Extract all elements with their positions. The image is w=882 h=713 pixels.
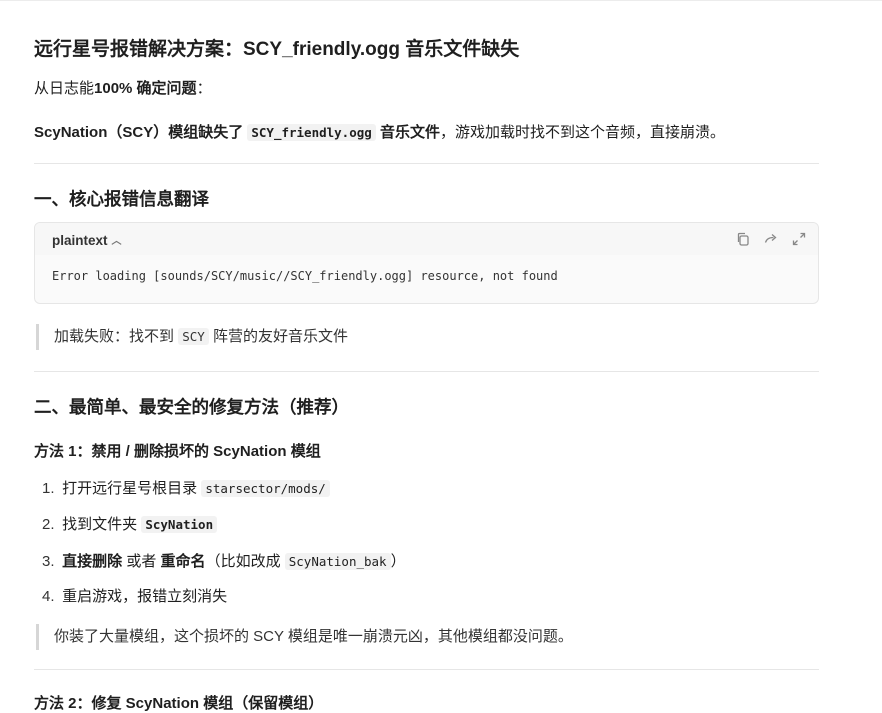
copy-icon[interactable] (735, 231, 751, 247)
list-item: 1. 打开远行星号根目录 starsector/mods/ (42, 477, 330, 498)
intro-suffix: ： (196, 80, 212, 97)
code-block-text: Error loading [sounds/SCY/music//SCY_fri… (52, 269, 558, 283)
list-number: 3. (42, 553, 55, 570)
share-icon[interactable] (763, 231, 779, 247)
summary-bold-1: ScyNation（SCY）模组缺失了 (34, 124, 244, 141)
code-language-label: plaintext (52, 233, 108, 248)
intro-prefix: 从日志能 (34, 80, 95, 97)
list-item: 2. 找到文件夹 ScyNation (42, 513, 218, 534)
summary-inline-code: SCY_friendly.ogg (247, 124, 376, 141)
section1-heading: 一、核心报错信息翻译 (34, 189, 209, 209)
code-block-header: plaintext ︿ (35, 223, 818, 255)
list-text: ） (390, 553, 406, 570)
summary-bold-2: 音乐文件 (379, 124, 440, 141)
top-divider (0, 0, 882, 7)
quote-inline-code: SCY (178, 328, 209, 345)
list-bold: 直接删除 (62, 553, 123, 570)
list-item: 4. 重启游戏，报错立刻消失 (42, 585, 227, 606)
page-title: 远行星号报错解决方案：SCY_friendly.ogg 音乐文件缺失 (34, 39, 520, 60)
section2-heading: 二、最简单、最安全的修复方法（推荐） (34, 397, 349, 417)
divider (34, 371, 819, 372)
divider (34, 669, 819, 670)
code-block: plaintext ︿ Error loading [sounds/SCY/mus… (34, 222, 819, 304)
list-number: 1. (42, 480, 55, 497)
list-bold: 重命名 (160, 553, 206, 570)
list-inline-code: ScyNation_bak (284, 553, 391, 570)
code-language-toggle[interactable]: plaintext ︿ (52, 232, 122, 248)
list-inline-code: starsector/mods/ (201, 480, 330, 497)
list-number: 4. (42, 588, 55, 605)
list-item: 3. 直接删除 或者 重命名（比如改成 ScyNation_bak） (42, 550, 406, 571)
list-text: 重启游戏，报错立刻消失 (62, 588, 228, 605)
summary-paragraph: ScyNation（SCY）模组缺失了 SCY_friendly.ogg 音乐文… (34, 121, 725, 142)
list-text: 打开远行星号根目录 (62, 480, 198, 497)
quote-suffix: 阵营的友好音乐文件 (212, 328, 348, 345)
list-text: （比如改成 (205, 553, 281, 570)
intro-paragraph: 从日志能100% 确定问题： (34, 77, 212, 98)
intro-bold: 100% 确定问题 (94, 80, 197, 97)
list-text: 找到文件夹 (62, 516, 138, 533)
expand-icon[interactable] (791, 231, 807, 247)
divider (34, 163, 819, 164)
blockquote-2: 你装了大量模组，这个损坏的 SCY 模组是唯一崩溃元凶，其他模组都没问题。 (36, 624, 837, 650)
blockquote-1: 加载失败：找不到 SCY 阵营的友好音乐文件 (36, 324, 837, 350)
method1-heading: 方法 1：禁用 / 删除损坏的 ScyNation 模组 (34, 443, 321, 460)
list-number: 2. (42, 516, 55, 533)
list-text: 或者 (126, 553, 157, 570)
chevron-up-icon: ︿ (111, 236, 122, 247)
quote-prefix: 加载失败：找不到 (54, 328, 175, 345)
summary-tail: ，游戏加载时找不到这个音频，直接崩溃。 (439, 124, 725, 141)
list-inline-code: ScyNation (141, 516, 218, 533)
